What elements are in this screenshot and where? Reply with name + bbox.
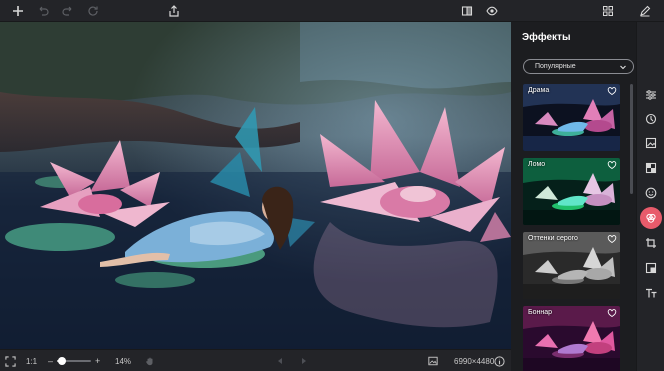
- effect-thumbnail: [523, 232, 620, 299]
- zoom-1-1-button[interactable]: 1:1: [26, 350, 37, 371]
- retouch-icon[interactable]: [640, 108, 662, 130]
- preview-eye-icon[interactable]: [481, 0, 503, 22]
- reset-icon[interactable]: [82, 0, 104, 22]
- fairy-lotus-photo: [0, 22, 511, 349]
- effect-card-grayscale[interactable]: Оттенки серого: [523, 232, 620, 299]
- crop-icon[interactable]: [640, 232, 662, 254]
- edit-pencil-icon[interactable]: [634, 0, 656, 22]
- compare-icon[interactable]: [456, 0, 478, 22]
- redo-icon[interactable]: [57, 0, 79, 22]
- image-icon[interactable]: [640, 132, 662, 154]
- effect-thumbnail: [523, 84, 620, 151]
- undo-icon[interactable]: [32, 0, 54, 22]
- share-icon[interactable]: [163, 0, 185, 22]
- plus-icon[interactable]: [7, 0, 29, 22]
- effects-category-dropdown[interactable]: Популярные: [523, 59, 634, 74]
- effect-card-label: Боннар: [528, 309, 553, 316]
- next-image-icon[interactable]: [300, 350, 308, 371]
- right-tool-strip: [636, 22, 664, 371]
- zoom-percent: 14%: [115, 356, 132, 366]
- info-icon[interactable]: [494, 350, 505, 371]
- effect-card-label: Оттенки серого: [528, 235, 578, 242]
- grid-icon[interactable]: [597, 0, 619, 22]
- checker-icon[interactable]: [640, 157, 662, 179]
- hand-tool-icon[interactable]: [145, 350, 155, 371]
- text-icon[interactable]: [640, 282, 662, 304]
- effects-panel: Эффекты Популярные Драма Ломо Оттенки се…: [511, 22, 636, 371]
- resize-icon[interactable]: [640, 257, 662, 279]
- effect-card-label: Драма: [528, 87, 550, 94]
- bottom-status-bar: 1:1 – + 14% 6990×4480: [0, 349, 511, 371]
- dropdown-selected-value: Популярные: [535, 63, 576, 70]
- effects-icon[interactable]: [640, 207, 662, 229]
- zoom-out-button[interactable]: –: [48, 350, 53, 371]
- image-info-icon[interactable]: [428, 350, 438, 371]
- top-toolbar: [0, 0, 664, 22]
- heart-icon[interactable]: [607, 86, 617, 96]
- heart-icon[interactable]: [607, 308, 617, 318]
- fit-screen-icon[interactable]: [5, 350, 16, 371]
- effect-card-drama[interactable]: Драма: [523, 84, 620, 151]
- image-dimensions: 6990×4480: [454, 356, 495, 366]
- zoom-in-button[interactable]: +: [95, 350, 100, 371]
- smiley-icon[interactable]: [640, 182, 662, 204]
- panel-title: Эффекты: [522, 32, 571, 43]
- heart-icon[interactable]: [607, 160, 617, 170]
- effect-card-label: Ломо: [528, 161, 546, 168]
- zoom-slider-knob[interactable]: [58, 357, 66, 365]
- effect-card-lomo[interactable]: Ломо: [523, 158, 620, 225]
- chevron-down-icon: [620, 65, 626, 70]
- image-canvas[interactable]: [0, 22, 511, 349]
- effect-thumbnail: [523, 158, 620, 225]
- heart-icon[interactable]: [607, 234, 617, 244]
- panel-scrollbar[interactable]: [630, 84, 633, 194]
- prev-image-icon[interactable]: [276, 350, 284, 371]
- effect-card-bonnard[interactable]: Боннар: [523, 306, 620, 371]
- adjust-sliders-icon[interactable]: [640, 84, 662, 106]
